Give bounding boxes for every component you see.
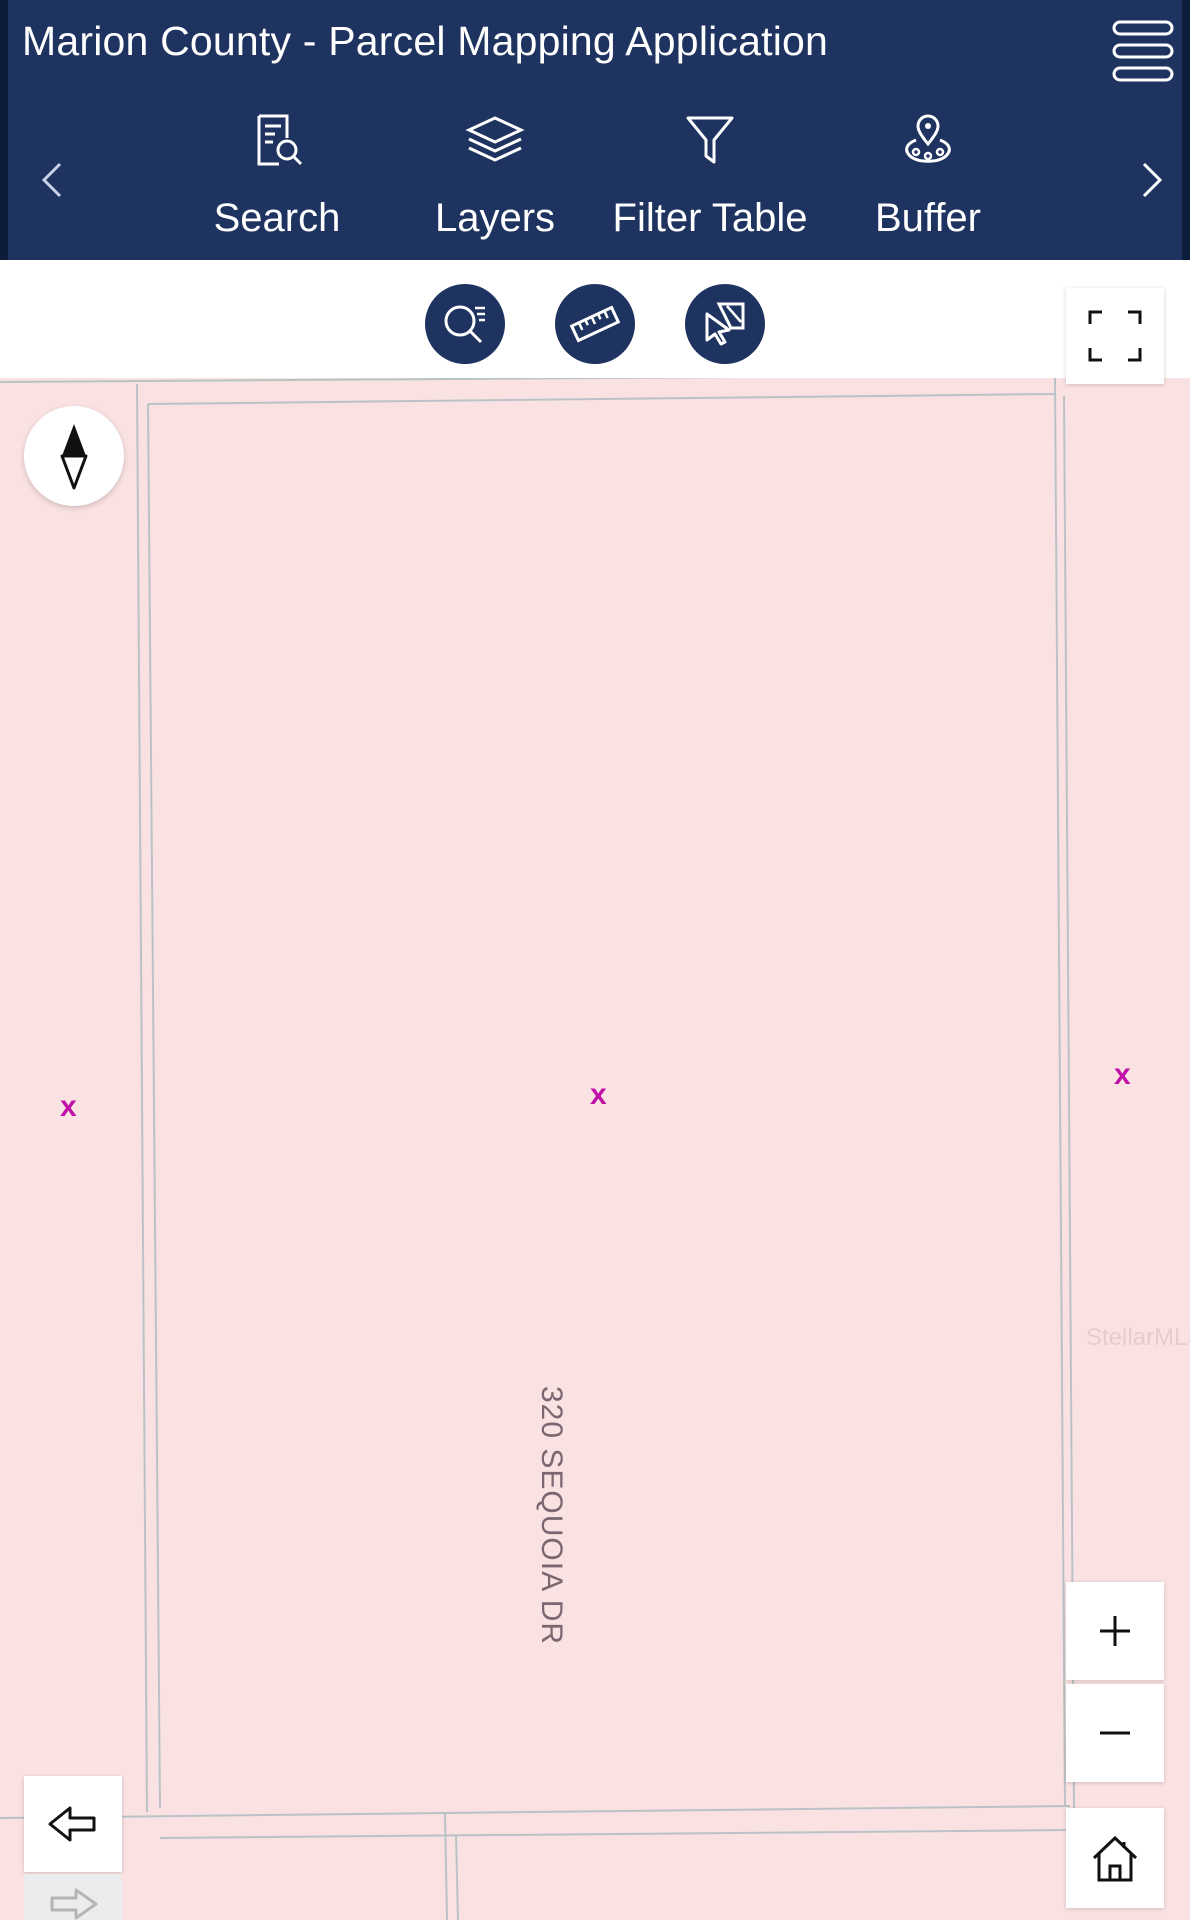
back-button[interactable] <box>24 1776 122 1872</box>
map-view[interactable]: 320 SEQUOIA DR x x x StellarMLS <box>0 378 1190 1920</box>
layers-icon <box>463 108 527 172</box>
forward-arrow-icon <box>50 1888 98 1920</box>
select-cursor-icon <box>705 302 745 346</box>
chevron-right-icon[interactable] <box>1132 150 1172 210</box>
compass-button[interactable] <box>24 406 124 506</box>
parcel-marker[interactable]: x <box>60 1090 77 1124</box>
hamburger-menu-icon[interactable] <box>1108 16 1178 86</box>
select-button[interactable] <box>685 284 765 364</box>
toolbar-layers-label: Layers <box>434 196 556 240</box>
buffer-pin-icon <box>896 108 960 172</box>
home-icon <box>1092 1835 1138 1882</box>
street-label: 320 SEQUOIA DR <box>535 1386 568 1646</box>
measure-button[interactable] <box>555 284 635 364</box>
parcel-boundaries <box>0 378 1075 1920</box>
zoom-in-button[interactable] <box>1066 1582 1164 1680</box>
home-button[interactable] <box>1066 1808 1164 1908</box>
zoom-in-icon <box>1100 1616 1130 1646</box>
watermark: StellarMLS <box>1086 1324 1190 1351</box>
ruler-measure-icon <box>569 305 621 343</box>
app-title: Marion County - Parcel Mapping Applicati… <box>22 18 829 64</box>
forward-button[interactable] <box>24 1874 122 1920</box>
zoom-search-icon <box>444 305 485 344</box>
filter-icon <box>678 108 742 172</box>
toolbar-buffer-label: Buffer <box>875 196 981 240</box>
zoom-out-button[interactable] <box>1066 1684 1164 1782</box>
parcel-marker[interactable]: x <box>1114 1058 1131 1092</box>
search-document-icon <box>245 108 309 172</box>
toolbar-search-button[interactable]: Search <box>167 108 387 258</box>
fullscreen-icon <box>1088 310 1142 362</box>
zoom-search-button[interactable] <box>425 284 505 364</box>
toolbar-layers-button[interactable]: Layers <box>385 108 605 258</box>
back-arrow-icon <box>48 1806 96 1842</box>
toolbar-buffer-button[interactable]: Buffer <box>818 108 1038 258</box>
zoom-out-icon <box>1100 1731 1130 1735</box>
chevron-left-icon[interactable] <box>32 150 72 210</box>
toolbar-search-label: Search <box>213 196 341 240</box>
compass-icon <box>60 424 88 490</box>
parcel-marker[interactable]: x <box>590 1078 607 1112</box>
fullscreen-button[interactable] <box>1066 288 1164 384</box>
app-header: Marion County - Parcel Mapping Applicati… <box>0 0 1190 260</box>
toolbar-filter-table-label: Filter Table <box>612 196 808 240</box>
toolbar-filter-table-button[interactable]: Filter Table <box>600 108 820 258</box>
